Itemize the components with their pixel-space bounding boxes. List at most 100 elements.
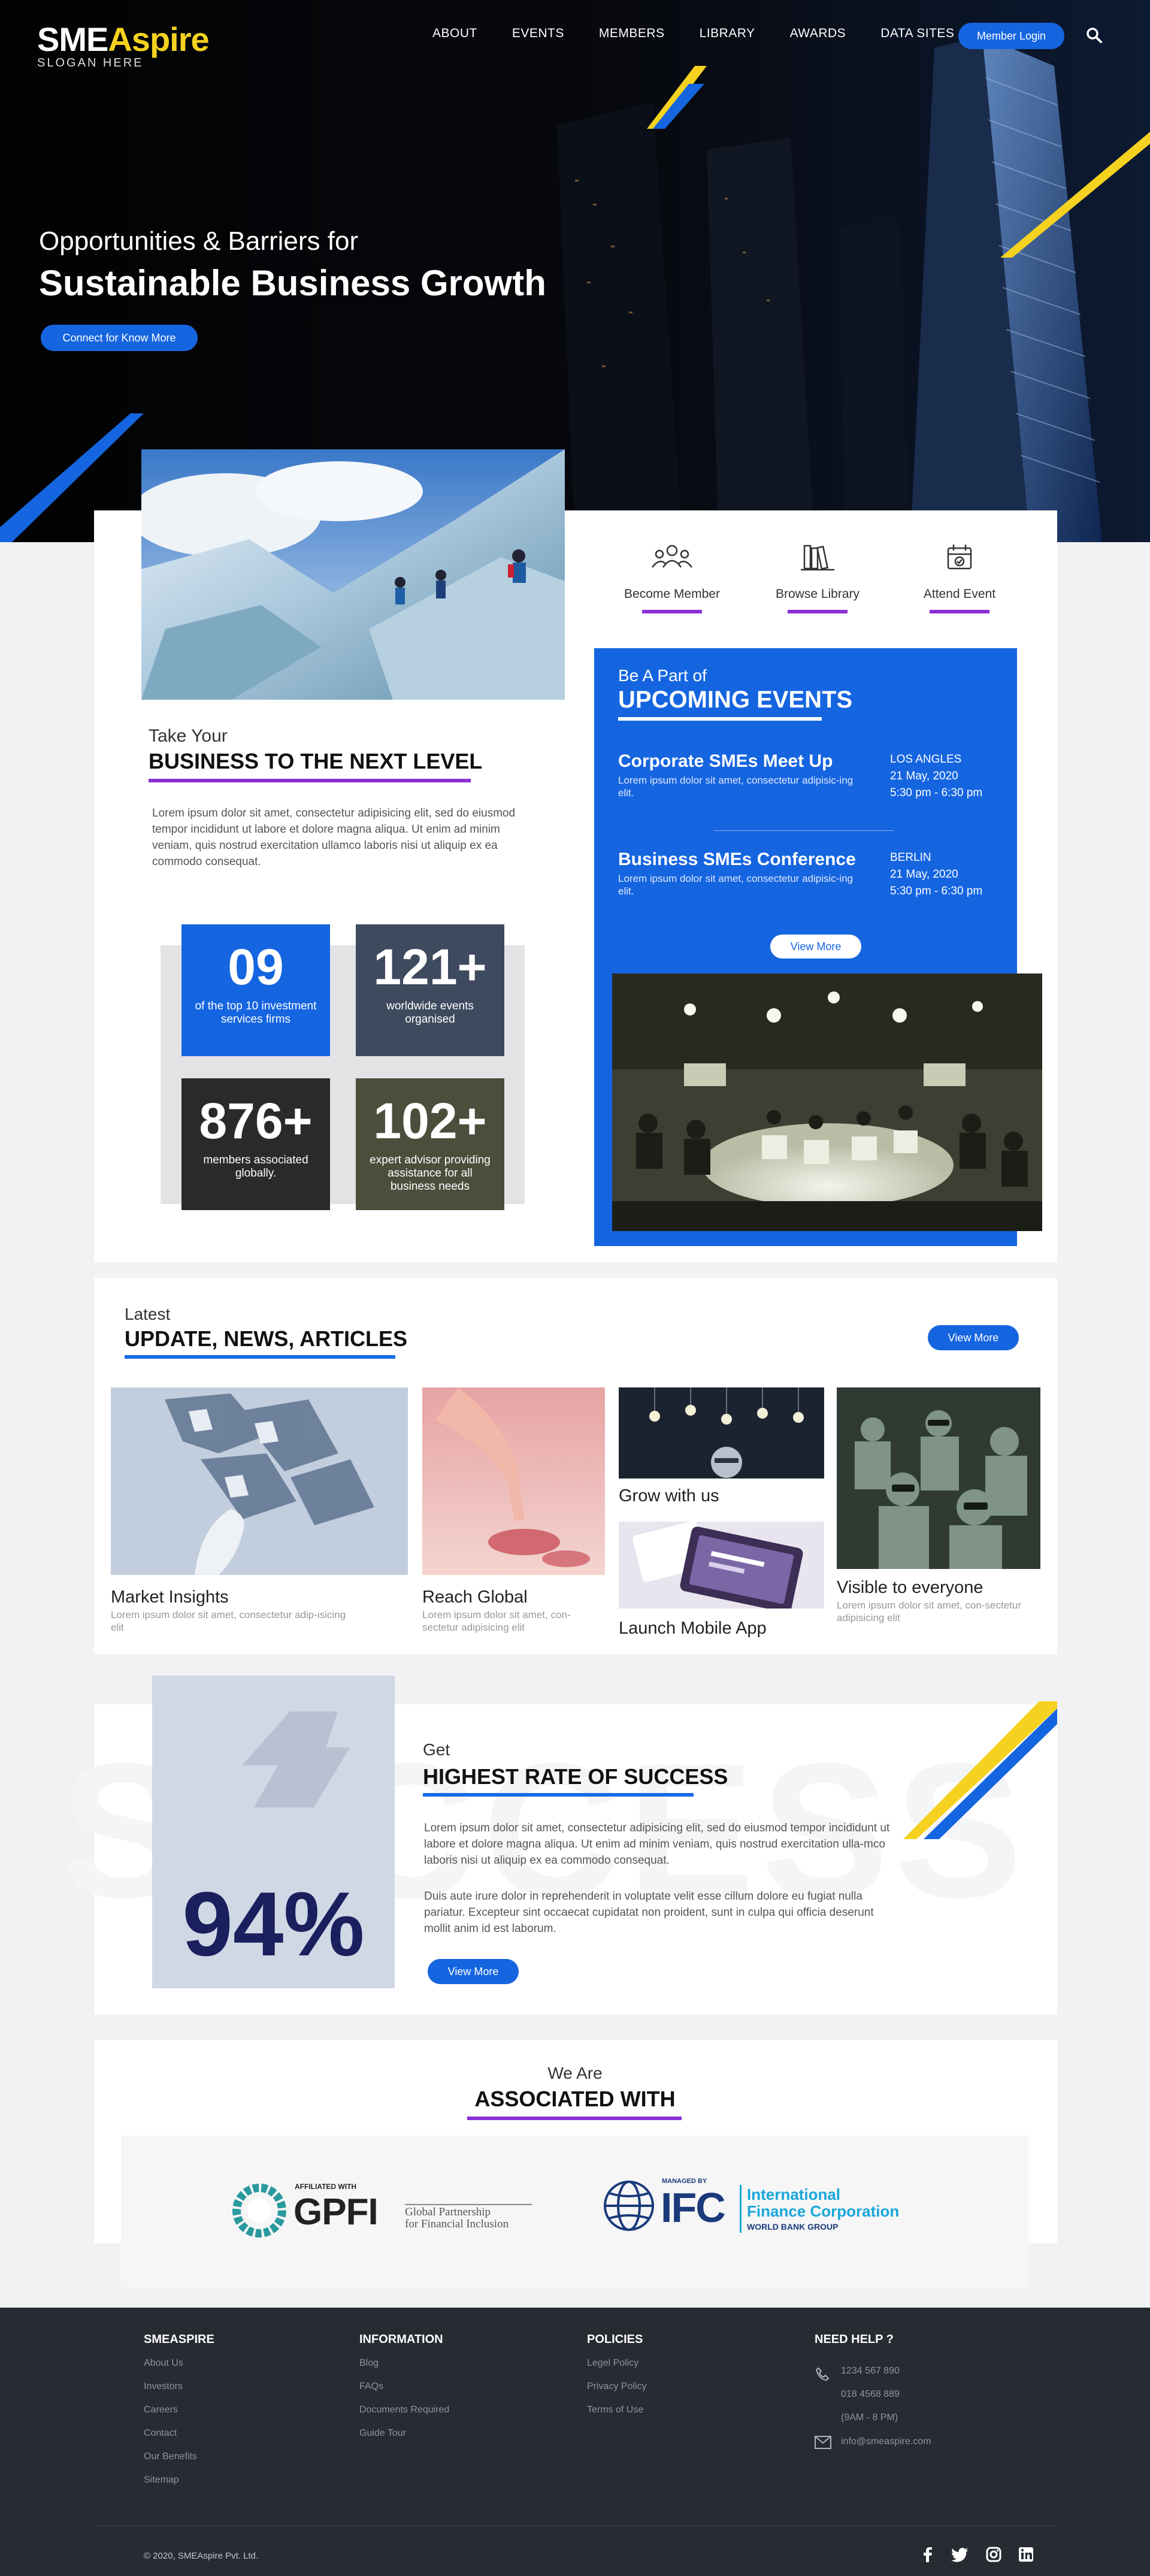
attend-event-label: Attend Event	[923, 587, 996, 601]
intro-heading-underline	[149, 779, 471, 782]
stat-label: expert advisor providing assistance for …	[370, 1154, 491, 1193]
stat-label: members associated globally.	[203, 1154, 308, 1180]
members-icon	[652, 545, 692, 568]
site-logo[interactable]: SMEAspire SLOGAN HERE	[37, 20, 210, 70]
success-percent: 94%	[182, 1873, 365, 1975]
success-view-more-button[interactable]: View More	[428, 1959, 519, 1984]
news-view-more-button[interactable]: View More	[928, 1325, 1019, 1350]
become-member-link[interactable]: Become Member	[624, 542, 720, 613]
nav-awards[interactable]: AWARDS	[790, 26, 846, 41]
phone-icon	[815, 2367, 830, 2381]
event-time: 5:30 pm - 6:30 pm	[890, 885, 983, 897]
gpfi-affiliated-text: AFFILIATED WITH	[295, 2182, 357, 2191]
footer-link[interactable]: Contact	[144, 2421, 214, 2445]
success-eyebrow: Get	[423, 1740, 450, 1759]
events-divider	[714, 830, 894, 831]
nav-about[interactable]: ABOUT	[432, 26, 477, 41]
footer-link[interactable]: Sitemap	[144, 2468, 214, 2492]
intro-body: Lorem ipsum dolor sit amet, consectetur …	[152, 807, 516, 868]
gpfi-logo[interactable]: AFFILIATED WITH GPFI Global Partnership …	[232, 2178, 544, 2238]
footer-link[interactable]: Blog	[359, 2351, 449, 2375]
link-underline	[788, 610, 848, 613]
event-item[interactable]: Corporate SMEs Meet Up Lorem ipsum dolor…	[618, 751, 870, 799]
footer-link[interactable]: Our Benefits	[144, 2445, 214, 2468]
associated-eyebrow: We Are	[547, 2064, 603, 2082]
linkedin-icon[interactable]	[1018, 2546, 1034, 2563]
reach-global-image	[422, 1387, 605, 1575]
stat-card-firms: 09 of the top 10 investment services fir…	[181, 924, 330, 1056]
become-member-label: Become Member	[624, 587, 720, 601]
stat-number: 102+	[373, 1093, 487, 1149]
nav-events[interactable]: EVENTS	[512, 26, 564, 41]
support-email[interactable]: info@smeaspire.com	[841, 2430, 931, 2453]
ifc-tagline-1: International	[747, 2185, 841, 2203]
connect-button[interactable]: Connect for Know More	[41, 325, 198, 351]
footer-heading: NEED HELP ?	[815, 2333, 894, 2346]
market-insights-image	[111, 1387, 408, 1575]
success-heading-underline	[423, 1793, 694, 1797]
news-card-visible-to-everyone[interactable]: Visible to everyone Lorem ipsum dolor si…	[837, 1387, 1040, 1624]
ifc-divider	[740, 2185, 742, 2233]
copyright-text: © 2020, SMEAspire Pvt. Ltd.	[144, 2551, 259, 2561]
facebook-icon[interactable]	[921, 2546, 934, 2563]
events-view-more-button[interactable]: View More	[770, 935, 861, 959]
instagram-icon[interactable]	[986, 2546, 1001, 2563]
news-heading-underline	[125, 1355, 395, 1359]
phone-number-2[interactable]: 018 4568 889	[841, 2383, 900, 2406]
globe-icon	[604, 2181, 654, 2231]
news-card-market-insights[interactable]: Market Insights Lorem ipsum dolor sit am…	[111, 1387, 408, 1634]
stat-card-members: 876+ members associated globally.	[181, 1078, 330, 1210]
footer-link[interactable]: Legel Policy	[587, 2351, 647, 2375]
member-login-button[interactable]: Member Login	[958, 23, 1064, 49]
associated-heading-underline	[467, 2117, 682, 2120]
news-card-grow-with-us[interactable]: Grow with us	[619, 1387, 824, 1506]
card-title: Reach Global	[422, 1588, 528, 1607]
main-nav: ABOUT EVENTS MEMBERS LIBRARY AWARDS DATA…	[432, 26, 989, 41]
grow-with-us-image	[619, 1387, 824, 1479]
attend-event-link[interactable]: Attend Event	[912, 542, 1007, 613]
footer-link[interactable]: Investors	[144, 2375, 214, 2398]
ifc-tagline: International Finance Corporation	[747, 2186, 899, 2220]
browse-library-link[interactable]: Browse Library	[770, 542, 865, 613]
footer-column-help: NEED HELP ? 1234 567 890 018 4568 889 (9…	[815, 2333, 931, 2449]
footer-link[interactable]: About Us	[144, 2351, 214, 2375]
nav-members[interactable]: MEMBERS	[599, 26, 665, 41]
event-meta: BERLIN 21 May, 2020 5:30 pm - 6:30 pm	[890, 849, 982, 900]
visible-to-everyone-image	[837, 1387, 1040, 1569]
conference-photo	[612, 973, 1042, 1231]
footer-column-smeaspire: SMEASPIRE About Us Investors Careers Con…	[144, 2333, 214, 2492]
event-desc: Lorem ipsum dolor sit amet, consectetur …	[618, 873, 854, 897]
nav-library[interactable]: LIBRARY	[700, 26, 755, 41]
logo-text-sme: SME	[37, 20, 108, 58]
footer-heading: SMEASPIRE	[144, 2333, 214, 2346]
footer-link[interactable]: Privacy Policy	[587, 2375, 647, 2398]
footer-heading: POLICIES	[587, 2333, 643, 2346]
ifc-logo[interactable]: MANAGED BY IFC International Finance Cor…	[602, 2173, 913, 2233]
footer-link[interactable]: Terms of Use	[587, 2398, 647, 2421]
stat-card-events: 121+ worldwide events organised	[356, 924, 504, 1056]
calendar-icon	[947, 545, 972, 570]
climbers-photo	[141, 449, 565, 700]
news-card-reach-global[interactable]: Reach Global Lorem ipsum dolor sit amet,…	[422, 1387, 605, 1634]
event-item[interactable]: Business SMEs Conference Lorem ipsum dol…	[618, 849, 870, 897]
site-footer: SMEASPIRE About Us Investors Careers Con…	[0, 2308, 1150, 2576]
footer-link[interactable]: Careers	[144, 2398, 214, 2421]
event-desc: Lorem ipsum dolor sit amet, consectetur …	[618, 775, 854, 799]
news-card-launch-mobile-app[interactable]: Launch Mobile App	[619, 1521, 824, 1638]
stat-label: of the top 10 investment services firms	[195, 1000, 317, 1026]
phone-number-1[interactable]: 1234 567 890	[841, 2359, 900, 2383]
event-time: 5:30 pm - 6:30 pm	[890, 787, 983, 799]
nav-data-sites[interactable]: DATA SITES	[880, 26, 954, 41]
gpfi-tagline: Global Partnership for Financial Inclusi…	[405, 2204, 532, 2230]
footer-link[interactable]: Documents Required	[359, 2398, 449, 2421]
twitter-icon[interactable]	[951, 2546, 969, 2563]
gpfi-tagline-1: Global Partnership	[405, 2206, 491, 2218]
search-icon[interactable]	[1085, 26, 1103, 44]
events-eyebrow: Be A Part of	[618, 666, 707, 685]
success-paragraph-1: Lorem ipsum dolor sit amet, consectetur …	[424, 1822, 890, 1867]
card-desc: Lorem ipsum dolor sit amet, consectetur …	[111, 1609, 346, 1633]
events-heading-underline	[618, 717, 822, 721]
footer-link[interactable]: Guide Tour	[359, 2421, 449, 2445]
footer-link[interactable]: FAQs	[359, 2375, 449, 2398]
logo-slogan: SLOGAN HERE	[37, 56, 144, 69]
